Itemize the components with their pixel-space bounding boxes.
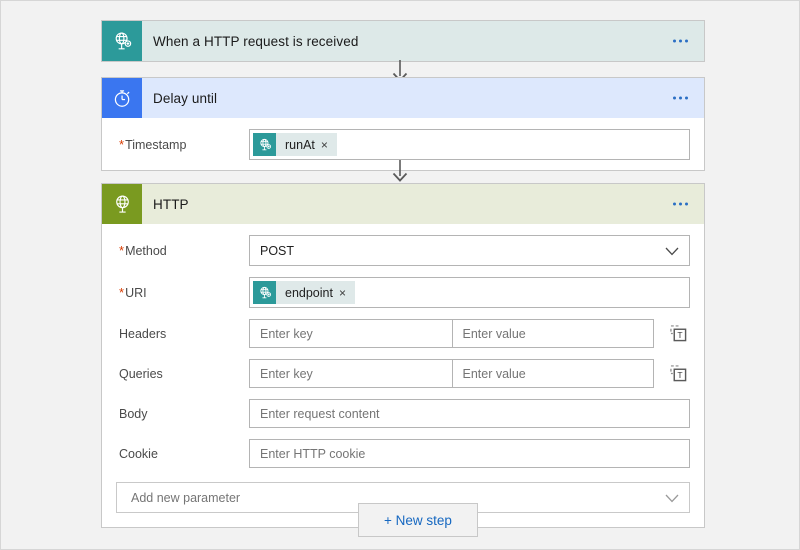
field-label-cookie: Cookie xyxy=(116,447,249,461)
ellipsis-dot xyxy=(673,203,676,206)
add-new-parameter-placeholder: Add new parameter xyxy=(117,491,240,505)
field-row-timestamp: *Timestamp xyxy=(102,129,704,160)
cookie-input[interactable]: Enter HTTP cookie xyxy=(249,439,690,468)
more-options-ellipsis-delay-until[interactable] xyxy=(669,91,692,106)
token-chip-label: endpoint xyxy=(276,286,339,300)
ellipsis-dot xyxy=(679,40,682,43)
step-title-trigger: When a HTTP request is received xyxy=(142,34,358,49)
dynamic-content-globe-icon xyxy=(253,133,276,156)
step-card-delay-until[interactable]: Delay until *Timestamp xyxy=(101,77,705,171)
field-label-text: Headers xyxy=(119,327,166,341)
field-label-text: Body xyxy=(119,407,148,421)
method-dropdown[interactable]: POST xyxy=(249,235,690,266)
step-header-http[interactable]: HTTP xyxy=(102,184,704,224)
body-placeholder: Enter request content xyxy=(250,407,380,421)
headers-key-input[interactable]: Enter key xyxy=(249,319,452,348)
required-marker: * xyxy=(119,285,124,300)
field-row-uri: *URI xyxy=(102,277,704,308)
field-label-text: URI xyxy=(125,286,147,300)
step-body-http: *Method POST *URI xyxy=(102,235,704,527)
field-label-headers: Headers xyxy=(116,327,249,341)
chevron-down-icon[interactable] xyxy=(665,247,678,255)
timestamp-input[interactable]: runAt × xyxy=(249,129,690,160)
down-arrow-icon xyxy=(389,159,411,183)
field-label-text: Queries xyxy=(119,367,163,381)
headers-keyvalue-pair: Enter key Enter value xyxy=(249,319,654,348)
ellipsis-dot xyxy=(685,203,688,206)
field-label-text: Timestamp xyxy=(125,138,186,152)
field-label-method: *Method xyxy=(116,243,249,258)
ellipsis-dot xyxy=(673,97,676,100)
field-row-cookie: Cookie Enter HTTP cookie xyxy=(102,439,704,468)
field-label-queries: Queries xyxy=(116,367,249,381)
headers-key-placeholder: Enter key xyxy=(250,327,313,341)
queries-key-input[interactable]: Enter key xyxy=(249,359,452,388)
svg-text:T: T xyxy=(677,330,682,340)
new-step-button[interactable]: + New step xyxy=(358,503,478,537)
more-options-ellipsis-trigger[interactable] xyxy=(669,34,692,49)
field-label-text: Method xyxy=(125,244,167,258)
queries-key-placeholder: Enter key xyxy=(250,367,313,381)
queries-value-input[interactable]: Enter value xyxy=(452,359,655,388)
token-chip-remove-icon[interactable]: × xyxy=(339,287,355,299)
token-chip-endpoint[interactable]: endpoint × xyxy=(253,281,355,304)
uri-input[interactable]: endpoint × xyxy=(249,277,690,308)
field-row-method: *Method POST xyxy=(102,235,704,266)
token-chip-label: runAt xyxy=(276,138,321,152)
http-globe-icon xyxy=(102,184,142,224)
step-card-http[interactable]: HTTP *Method POST xyxy=(101,183,705,528)
step-header-delay-until[interactable]: Delay until xyxy=(102,78,704,118)
step-title-http: HTTP xyxy=(142,197,189,212)
chevron-down-icon[interactable] xyxy=(665,494,678,502)
field-label-uri: *URI xyxy=(116,285,249,300)
ellipsis-dot xyxy=(685,40,688,43)
field-label-text: Cookie xyxy=(119,447,158,461)
more-options-ellipsis-http[interactable] xyxy=(669,197,692,212)
required-marker: * xyxy=(119,137,124,152)
switch-to-text-mode-icon-headers[interactable]: T xyxy=(654,325,690,342)
queries-value-placeholder: Enter value xyxy=(453,367,526,381)
field-label-timestamp: *Timestamp xyxy=(116,137,249,152)
cookie-placeholder: Enter HTTP cookie xyxy=(250,447,365,461)
timer-stopwatch-icon xyxy=(102,78,142,118)
ellipsis-dot xyxy=(679,97,682,100)
token-chip-remove-icon[interactable]: × xyxy=(321,139,337,151)
designer-canvas: When a HTTP request is received xyxy=(0,0,800,550)
ellipsis-dot xyxy=(685,97,688,100)
ellipsis-dot xyxy=(679,203,682,206)
token-chip-runat[interactable]: runAt × xyxy=(253,133,337,156)
field-row-body: Body Enter request content xyxy=(102,399,704,428)
headers-value-input[interactable]: Enter value xyxy=(452,319,655,348)
field-label-body: Body xyxy=(116,407,249,421)
required-marker: * xyxy=(119,243,124,258)
field-row-headers: Headers Enter key Enter value T xyxy=(102,319,704,348)
body-input[interactable]: Enter request content xyxy=(249,399,690,428)
dynamic-content-globe-icon xyxy=(253,281,276,304)
field-row-queries: Queries Enter key Enter value T xyxy=(102,359,704,388)
step-header-trigger[interactable]: When a HTTP request is received xyxy=(102,21,704,61)
ellipsis-dot xyxy=(673,40,676,43)
step-title-delay-until: Delay until xyxy=(142,91,217,106)
http-request-globe-icon xyxy=(102,21,142,61)
svg-text:T: T xyxy=(677,370,682,380)
switch-to-text-mode-icon-queries[interactable]: T xyxy=(654,365,690,382)
step-card-trigger[interactable]: When a HTTP request is received xyxy=(101,20,705,62)
method-value: POST xyxy=(250,244,294,258)
queries-keyvalue-pair: Enter key Enter value xyxy=(249,359,654,388)
connector-arrow-2 xyxy=(1,159,799,183)
headers-value-placeholder: Enter value xyxy=(453,327,526,341)
